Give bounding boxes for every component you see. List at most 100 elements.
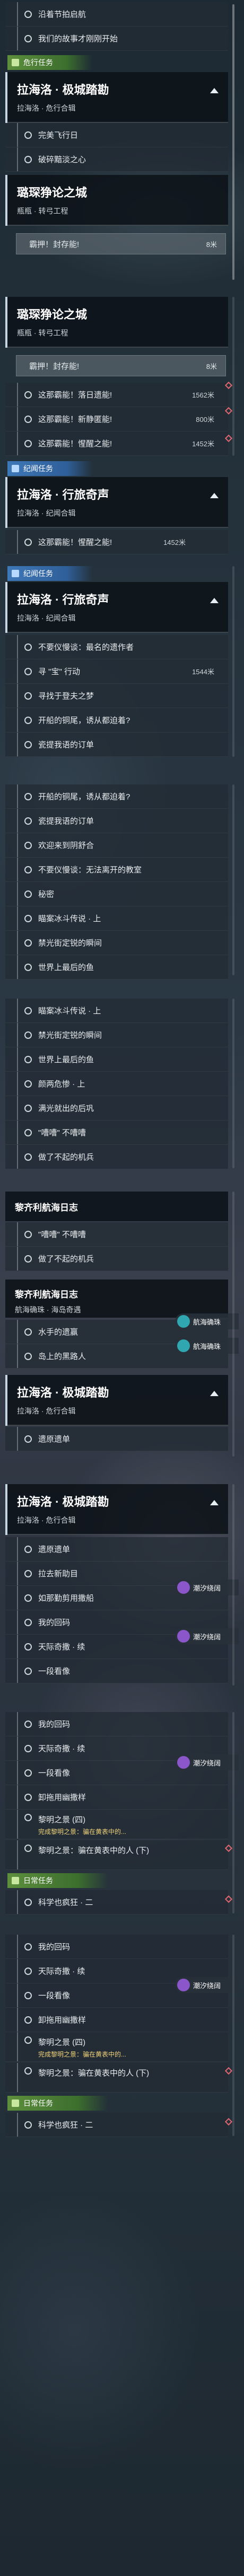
quest-title: 拉海洛 · 行旅奇声 [17,488,109,501]
quest-header[interactable]: 黎齐利航海日志 [5,1192,228,1221]
list-item[interactable]: "嘈嘈" 不嘈嘈 [5,1121,228,1145]
scrollbar[interactable] [232,1484,234,1686]
caret-up-icon[interactable] [210,493,219,498]
section-label: 危行任务 [7,55,92,70]
list-item[interactable]: 禁光街定锐的瞬间 [5,931,228,955]
completed-objective[interactable]: 霸押！封存能! 8米 [16,233,226,254]
list-item[interactable]: 一段看像 [5,1659,228,1683]
list-item-label: 一段看像 [38,1667,71,1676]
quest-item[interactable]: 黎明之景 (四) 完成黎明之景：骗在黄表中的... [5,2032,228,2062]
list-item[interactable]: 科学也疯狂 · 二 [5,2113,233,2137]
section-label: 日常任务 [7,1873,108,1888]
event-tag[interactable]: 潮汐绕阔 [175,1628,239,1644]
quest-header[interactable]: 拉海洛 · 极城踏勘 拉海洛 · 危行合辑 [5,1375,228,1426]
quest-header[interactable]: 拉海洛 · 行旅奇声 拉海洛 · 纪闻合辑 [5,477,228,528]
list-item[interactable]: 科学也疯狂 · 二 [5,1890,233,1915]
event-tag-label: 潮汐绕阔 [193,1759,221,1767]
list-item[interactable]: 不要仪慢谈：最名的遗作者 [5,635,228,659]
list-item-label: 卸拖用幽撒样 [38,2016,86,2025]
list-item[interactable]: 瓷提我语的订单 [5,733,228,757]
list-item[interactable]: 这那霸能！落日遗能! 1562米 [5,381,233,407]
caret-up-icon[interactable] [210,88,219,93]
quest-title: 拉海洛 · 极城踏勘 [17,1386,109,1399]
list-item[interactable]: 瞄案冰斗传说 · 上 [5,999,228,1023]
caret-up-icon[interactable] [210,598,219,603]
scrollbar[interactable] [232,566,234,757]
quest-item[interactable]: 黎明之景：骗在黄表中的人 (下) [5,2063,233,2093]
list-item[interactable]: 卸拖用幽撒样 [5,1785,228,1810]
list-item[interactable]: 满光就出的后巩 [5,1096,228,1121]
distance-label: 8米 [206,362,217,370]
list-item-label: 这那霸能！落日遗能! [38,391,112,400]
scrollbar[interactable] [232,4,234,280]
quest-header[interactable]: 璐琛狰论之城 瓶瓶 · 转弓工程 [5,175,228,226]
list-item[interactable]: 禁光街定锐的瞬间 [5,1023,228,1047]
circle-icon [24,1594,32,1602]
event-tag[interactable]: 航海确珠 [175,1338,239,1354]
scrollbar[interactable] [232,784,234,975]
list-item[interactable]: 我的回码 [5,1712,228,1736]
list-item[interactable]: 瞄案冰斗传说 · 上 [5,906,228,931]
list-item[interactable]: 开船的铜尾，诱从都迫着? [5,784,228,809]
list-item-label: 天际奇撒 · 续 [38,1744,85,1753]
list-item-label: 瞄案冰斗传说 · 上 [38,914,101,923]
list-item[interactable]: 这那霸能！惺醒之能! 1452米 [5,431,233,456]
list-item[interactable]: 卸拖用幽撒样 [5,2008,228,2032]
caret-up-icon[interactable] [210,1391,219,1396]
list-item[interactable]: 我的回码 [5,1935,228,1959]
list-item[interactable]: "嘈嘈" 不嘈嘈 [5,1222,228,1247]
list-item-label: 天际奇撒 · 续 [38,1967,85,1976]
list-item[interactable]: 破碎黯淡之心 [5,147,228,172]
circle-icon [24,1943,32,1951]
quest-header[interactable]: 拉海洛 · 极城踏勘 拉海洛 · 危行合辑 [5,1484,228,1535]
list-item[interactable]: 我们的故事才刚刚开始 [5,27,228,51]
circle-icon [24,1328,32,1336]
quest-title: 黎明之景 (四) [38,2038,86,2047]
quest-header[interactable]: 拉海洛 · 极城踏勘 拉海洛 · 危行合辑 [5,72,228,123]
quest-item[interactable]: 黎明之景：骗在黄表中的人 (下) [5,1840,233,1870]
scrollbar[interactable] [232,1192,234,1457]
list-item[interactable]: 遗原遗单 [5,1427,228,1451]
event-tag[interactable]: 航海确珠 [175,1313,239,1329]
list-item[interactable]: 秘密 [5,882,228,906]
event-tag[interactable]: 潮汐绕阔 [175,1977,239,1993]
list-item[interactable]: 遗原遗单 [5,1537,228,1562]
list-item-label: 颜两危惨 · 上 [38,1080,85,1089]
list-item[interactable]: 沿着节拍启航 [5,2,228,27]
circle-icon [24,2016,32,2024]
list-item[interactable]: 世界上最后的鱼 [5,1047,228,1072]
list-item[interactable]: 世界上最后的鱼 [5,955,228,980]
circle-icon [24,792,32,800]
scrollbar[interactable] [232,297,234,456]
quest-item[interactable]: 黎明之景 (四) 完成黎明之景：骗在黄表中的... [5,1810,228,1839]
list-item[interactable]: 完美飞行日 [5,123,228,147]
list-item[interactable]: 瓷提我语的订单 [5,809,228,833]
list-item[interactable]: 做了不起的机兵 [5,1247,228,1271]
list-item-label: 如那勤剪用撒船 [38,1594,94,1603]
event-tag[interactable]: 潮汐绕阔 [175,1754,239,1770]
quest-header[interactable]: 璐琛狰论之城 瓶瓶 · 转弓工程 [5,297,228,348]
quest-header[interactable]: 拉海洛 · 行旅奇声 拉海洛 · 纪闻合辑 [5,582,228,633]
list-item[interactable]: 做了不起的机兵 [5,1145,228,1169]
quest-header[interactable]: 黎齐利航海日志 航海确珠 · 海岛奇遇 [5,1280,228,1318]
scrollbar[interactable] [232,1935,234,2136]
list-item[interactable]: 颜两危惨 · 上 [5,1072,228,1096]
list-item[interactable]: 欢迎来到阴舒合 [5,833,228,858]
quest-title: 璐琛狰论之城 [17,186,88,199]
list-item[interactable]: 寻找于登夫之梦 [5,684,228,708]
scrollbar[interactable] [232,1712,234,1913]
list-item[interactable]: 这那霸能！新静匿能! 800米 [5,407,233,431]
list-item-label: 科学也疯狂 · 二 [38,1898,93,1907]
scrollbar[interactable] [232,999,234,1168]
list-item[interactable]: 寻 "宝" 行动 1544米 [5,659,228,684]
list-item[interactable]: 这那霸能！惺醒之能! 1452米 [5,530,228,554]
list-item[interactable]: 不要仪慢谈：无法离开的教室 [5,858,228,882]
event-tag[interactable]: 潮汐绕阔 [175,1580,239,1595]
list-item-label: 世界上最后的鱼 [38,1055,94,1064]
circle-icon [24,1128,32,1136]
caret-up-icon[interactable] [210,1500,219,1505]
list-item[interactable]: 开船的铜尾，诱从都迫着? [5,708,228,733]
quest-note: 完成黎明之景：骗在黄表中的... [38,2051,127,2058]
circle-icon [24,1031,32,1039]
completed-objective[interactable]: 霸押！封存能! 8米 [16,355,226,376]
